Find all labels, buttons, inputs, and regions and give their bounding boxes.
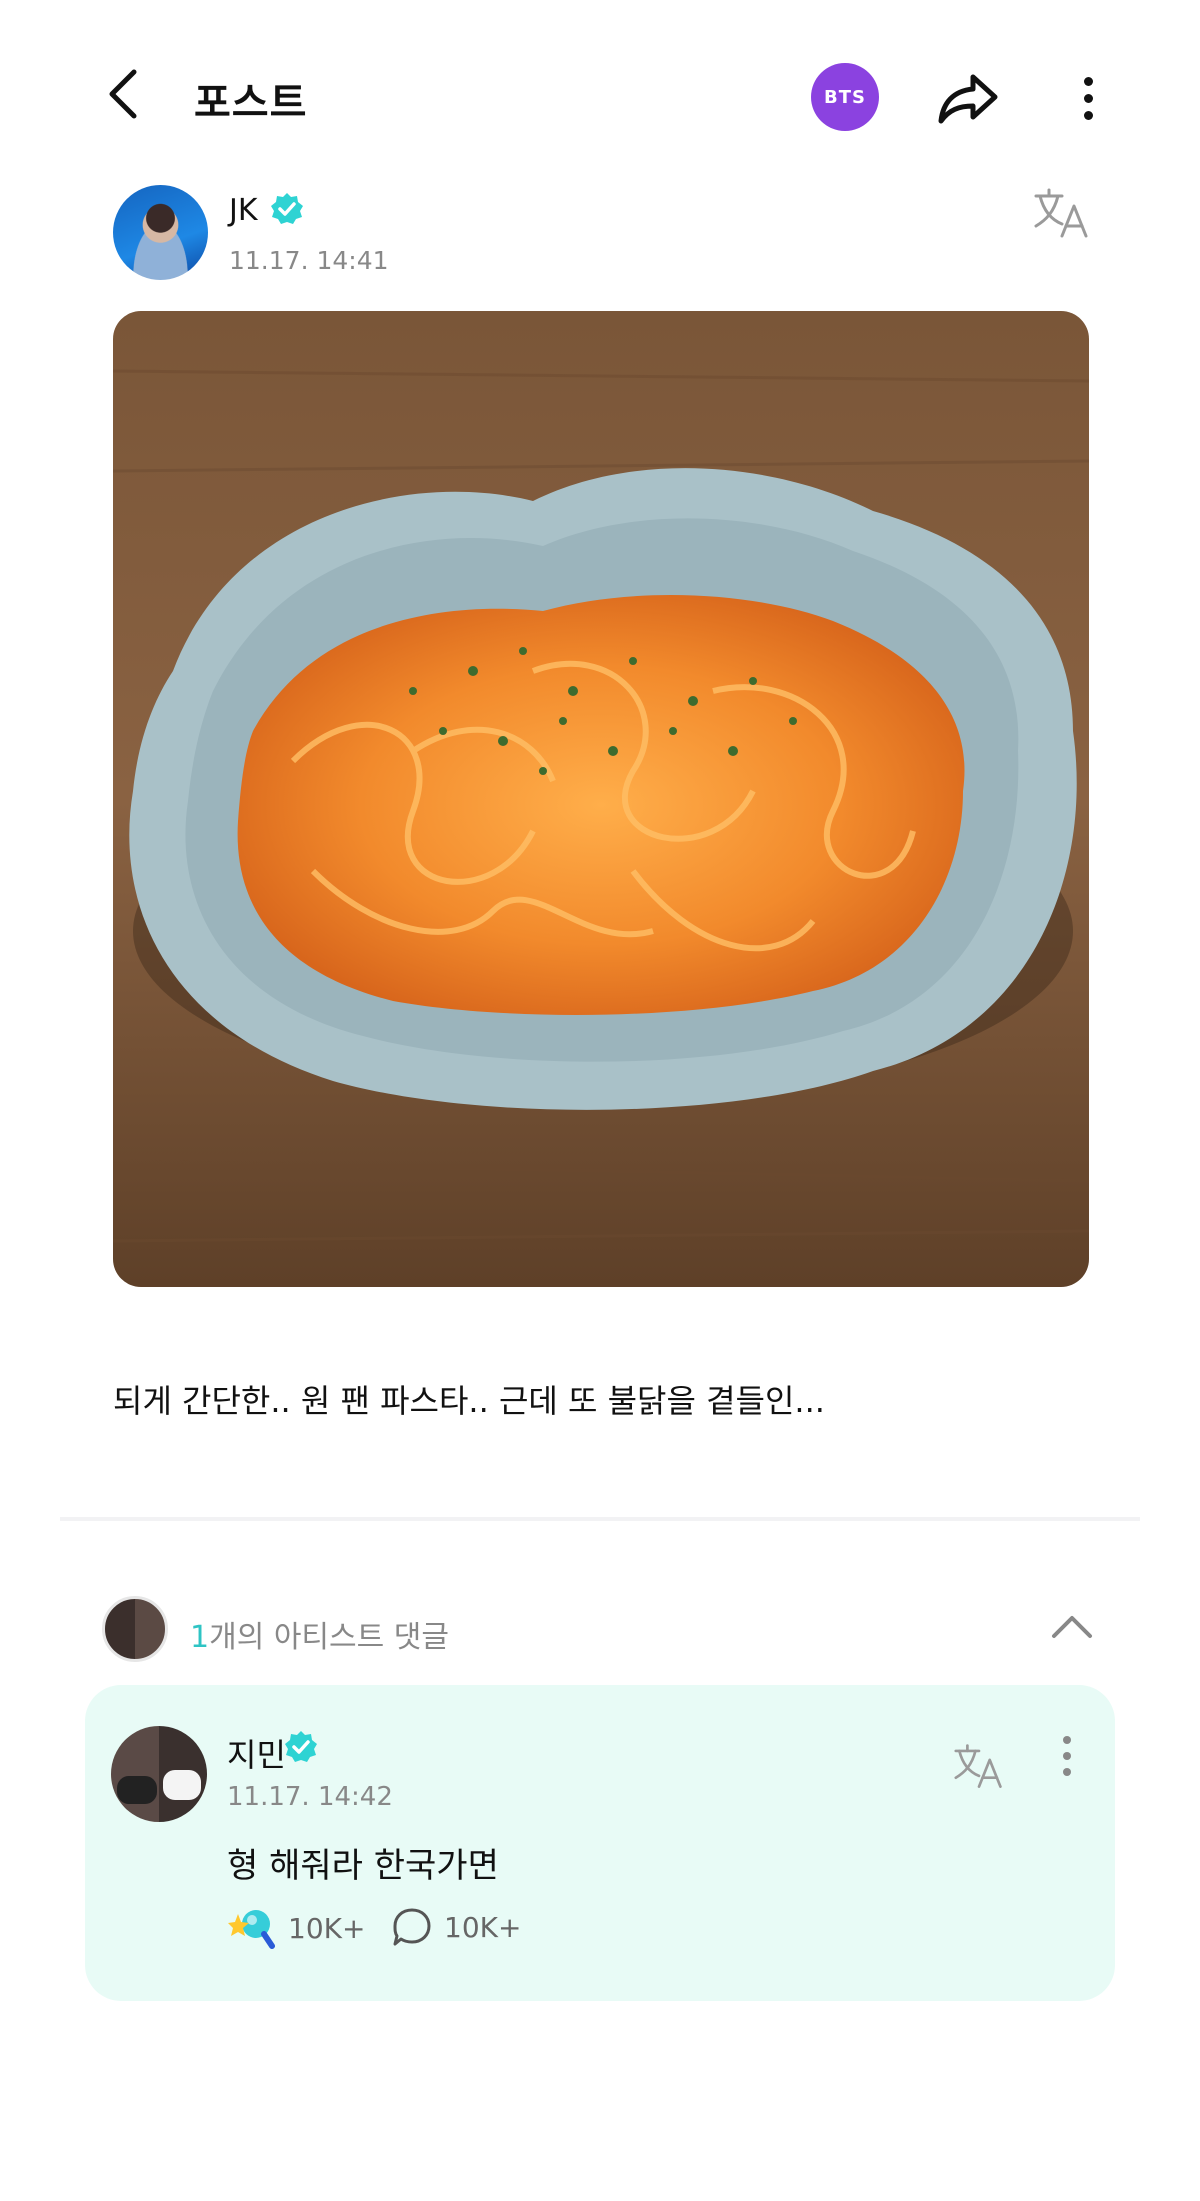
comment-count-number: 1 (190, 1620, 210, 1655)
comment-more-button[interactable] (1052, 1728, 1082, 1784)
translate-icon[interactable] (1032, 186, 1092, 242)
back-button[interactable] (96, 66, 152, 122)
author-name: JK (229, 193, 258, 228)
comment-count-label: 개의 아티스트 댓글 (209, 1620, 449, 1655)
page-title: 포스트 (194, 80, 308, 126)
post-photo[interactable] (113, 311, 1089, 1287)
comment-bubble-icon (393, 1908, 431, 1946)
chevron-up-icon[interactable] (1048, 1604, 1096, 1652)
reply-button[interactable]: 10K+ (392, 1906, 521, 1948)
comment-timestamp: 11.17. 14:42 (227, 1782, 393, 1812)
translate-icon[interactable] (952, 1742, 1006, 1792)
artist-comment-count[interactable]: 1개의 아티스트 댓글 (190, 1612, 449, 1656)
comment-author-thumbnail (102, 1596, 168, 1662)
post-caption: 되게 간단한.. 원 팬 파스타.. 근데 또 불닭을 곁들인... (113, 1382, 825, 1420)
cheer-wand-icon (228, 1910, 275, 1949)
comment-text: 형 해줘라 한국가면 (227, 1846, 499, 1886)
more-options-button[interactable] (1064, 70, 1112, 126)
chevron-left-icon (109, 69, 137, 119)
pasta-photo-image (113, 311, 1089, 1287)
more-vertical-icon (1083, 76, 1093, 86)
more-vertical-icon (1063, 1736, 1071, 1744)
commenter-name: 지민 (227, 1736, 286, 1774)
like-button[interactable]: 10K+ (228, 1906, 365, 1950)
share-button[interactable] (936, 70, 1000, 126)
verified-badge-icon (271, 193, 303, 224)
commenter-avatar[interactable] (111, 1726, 207, 1822)
post-timestamp: 11.17. 14:41 (229, 246, 389, 275)
verified-badge-icon (285, 1731, 317, 1762)
author-avatar[interactable] (113, 185, 208, 280)
share-icon (938, 74, 998, 124)
author-name-row[interactable]: JK (229, 193, 258, 228)
section-divider (60, 1517, 1140, 1521)
reply-count: 10K+ (444, 1910, 522, 1944)
like-count: 10K+ (288, 1911, 366, 1945)
bts-community-badge[interactable]: BTS (811, 63, 879, 131)
